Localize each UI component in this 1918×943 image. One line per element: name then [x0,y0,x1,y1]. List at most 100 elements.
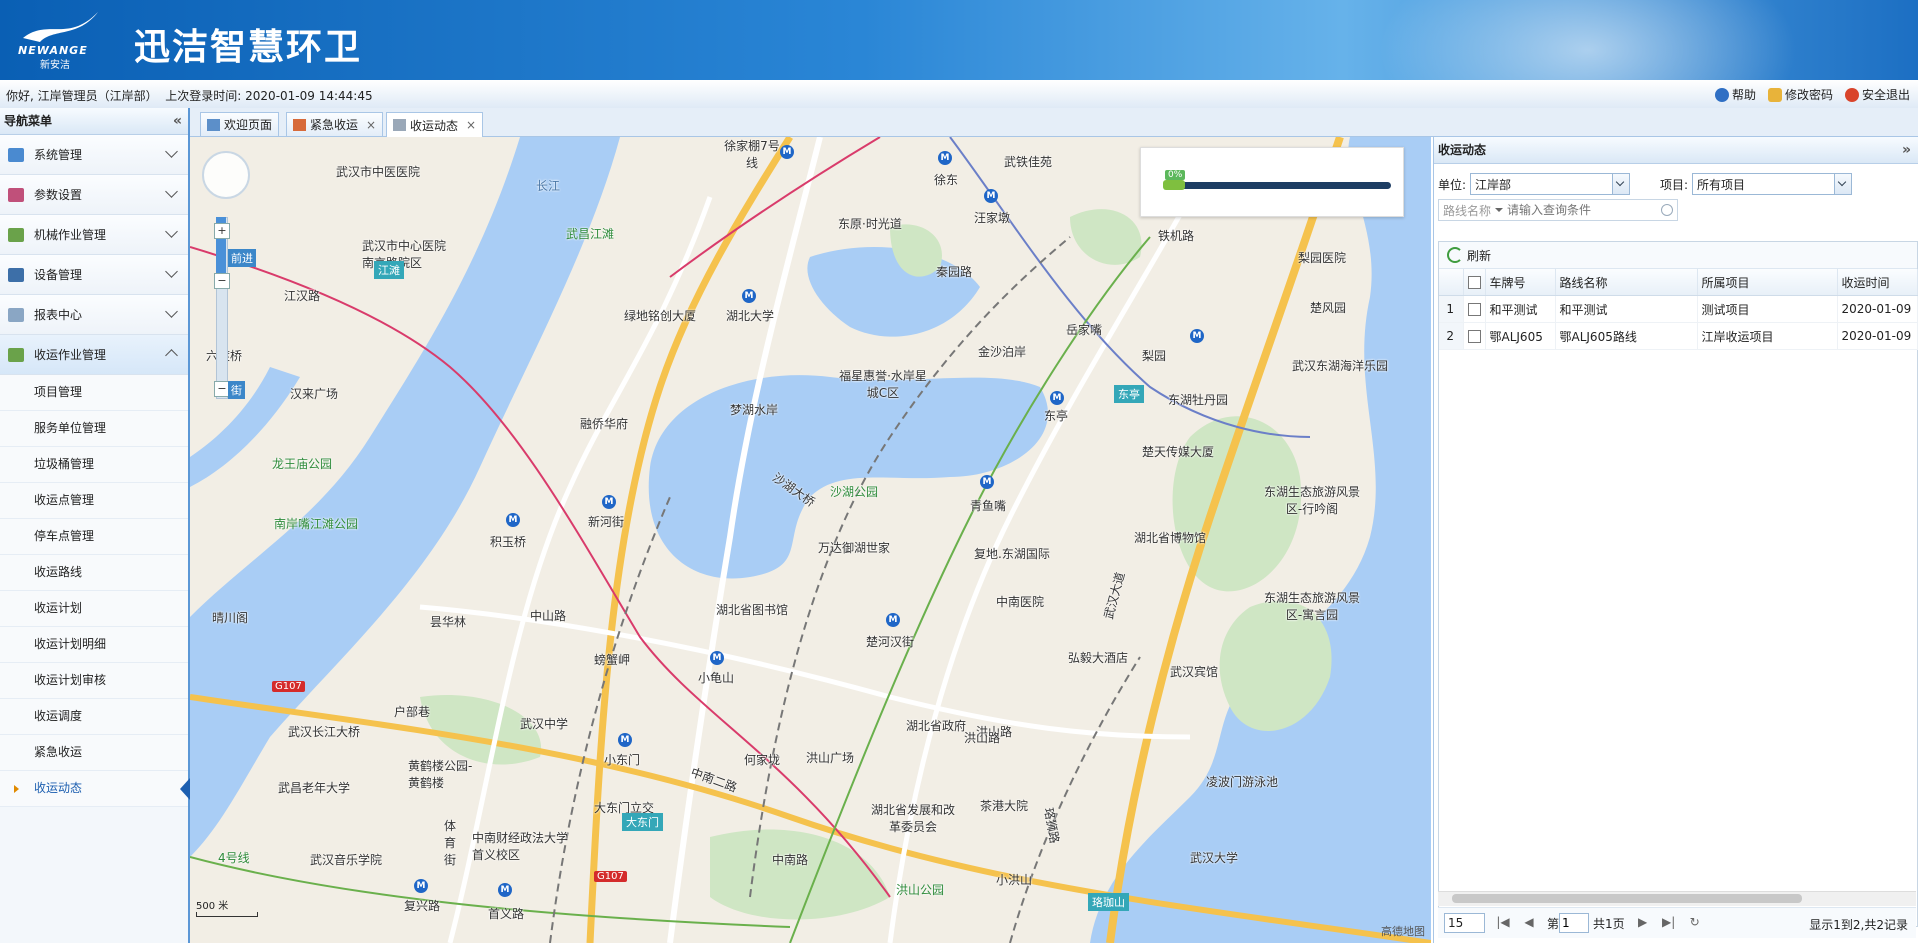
change-password-link[interactable]: 修改密码 [1767,86,1833,103]
map-poi[interactable]: 金沙泊岸 [978,343,1026,360]
map-poi[interactable]: 何家垅 [744,751,780,768]
map-poi[interactable]: 汪家墩 [974,209,1010,226]
map-poi[interactable]: 户部巷 [394,703,430,720]
map-poi[interactable]: 东亭 [1044,407,1068,424]
map-poi[interactable]: 湖北省博物馆 [1134,529,1206,546]
column-header[interactable]: 车牌号 [1485,269,1556,296]
map-poi[interactable]: 青鱼嘴 [970,497,1006,514]
column-header[interactable]: 所属项目 [1697,269,1838,296]
close-tab-icon[interactable]: × [466,118,476,132]
map-poi[interactable]: 弘毅大酒店 [1068,649,1128,666]
sub-item-emergency[interactable]: 紧急收运 [0,735,188,771]
map-poi[interactable]: 绿地铭创大厦 [624,307,696,324]
map-poi[interactable]: 武汉中学 [520,715,568,732]
map-poi[interactable]: 沙湖公园 [830,483,878,500]
map-poi[interactable]: 东湖生态旅游风景区-行吟阁 [1262,483,1362,517]
map-poi[interactable]: 融侨华府 [580,415,628,432]
pan-control[interactable] [202,151,250,199]
map-poi[interactable]: 首义路 [488,905,524,922]
sub-item-service-units[interactable]: 服务单位管理 [0,411,188,447]
tab-emergency[interactable]: 紧急收运 × [286,112,384,136]
progress-track[interactable] [1165,182,1391,189]
refresh-icon[interactable] [1447,247,1463,263]
search-field-select[interactable]: 路线名称 [1439,202,1505,219]
project-select[interactable]: 所有项目 [1692,173,1853,195]
column-header[interactable]: 路线名称 [1555,269,1698,296]
next-page-button[interactable]: ▶ [1635,915,1651,931]
map-poi[interactable]: 汉来广场 [290,385,338,402]
sub-item-routes[interactable]: 收运路线 [0,555,188,591]
scrollbar-thumb[interactable] [1452,894,1802,903]
map-poi[interactable]: 东湖生态旅游风景区-寓言园 [1262,589,1362,623]
prev-page-button[interactable]: ◀ [1521,915,1537,931]
map-poi[interactable]: 武汉长江大桥 [288,723,360,740]
map-poi[interactable]: 龙王庙公园 [272,455,332,472]
map-poi[interactable]: 楚风园 [1310,299,1346,316]
map-poi[interactable]: 梨园医院 [1298,249,1346,266]
menu-devices[interactable]: 设备管理 [0,255,188,295]
map-poi[interactable]: 小东门 [604,751,640,768]
help-link[interactable]: 帮助 [1714,86,1756,103]
tab-welcome[interactable]: 欢迎页面 [200,112,280,136]
map-poi[interactable]: 新河街 [588,513,624,530]
map-poi[interactable]: 武汉东湖海洋乐园 [1292,357,1388,374]
map-poi[interactable]: 武昌老年大学 [278,779,350,796]
logout-link[interactable]: 安全退出 [1844,86,1910,103]
refresh-button[interactable]: 刷新 [1467,247,1491,264]
horizontal-scrollbar[interactable] [1438,891,1916,906]
select-all-checkbox-cell[interactable] [1463,269,1486,296]
menu-machinery[interactable]: 机械作业管理 [0,215,188,255]
map-poi[interactable]: 江汉路 [284,287,320,304]
map-poi[interactable]: 湖北省政府 [906,717,966,734]
reload-icon[interactable]: ↻ [1687,915,1703,931]
map-view[interactable]: 武汉市中医医院 武汉市中心医院南京路院区 江汉路 六渡桥 汉来广场 龙王庙公园 … [190,137,1431,943]
map-poi[interactable]: 徐家棚7号线 [724,137,780,171]
map-poi[interactable]: 武昌江滩 [566,225,614,242]
menu-reports[interactable]: 报表中心 [0,295,188,335]
table-row[interactable]: 1 和平测试 和平测试 测试项目 2020-01-09 [1439,295,1918,323]
map-poi[interactable]: 梦湖水岸 [730,401,778,418]
row-checkbox-cell[interactable] [1463,295,1486,323]
search-input[interactable] [1505,202,1620,218]
map-poi[interactable]: 武汉市中医医院 [336,163,420,180]
map-poi[interactable]: 螃蟹岬 [594,651,630,668]
map-poi[interactable]: 黄鹤楼公园-黄鹤楼 [408,757,474,791]
map-poi[interactable]: 武铁佳苑 [1004,153,1052,170]
search-icon[interactable] [1661,204,1673,216]
row-checkbox[interactable] [1467,330,1481,343]
map-poi[interactable]: 武汉宾馆 [1170,663,1218,680]
map-poi[interactable]: 岳家嘴 [1066,321,1102,338]
first-page-button[interactable]: |◀ [1495,915,1511,931]
map-poi[interactable]: 洪山公园 [896,881,944,898]
menu-params[interactable]: 参数设置 [0,175,188,215]
map-poi[interactable]: 东湖牡丹园 [1168,391,1228,408]
page-number-input[interactable] [1559,913,1590,933]
sub-item-plan-review[interactable]: 收运计划审核 [0,663,188,699]
map-poi[interactable]: 湖北大学 [726,307,774,324]
unit-select[interactable]: 江岸部 [1470,173,1631,195]
map-poi[interactable]: 中南路 [772,851,808,868]
map-poi[interactable]: 铁机路 [1158,227,1194,244]
zoom-slider-handle[interactable]: − [214,273,230,289]
map-poi[interactable]: 楚天传媒大厦 [1142,443,1214,460]
map-poi[interactable]: 晴川阁 [212,609,248,626]
menu-collection[interactable]: 收运作业管理 [0,335,188,375]
map-poi[interactable]: 湖北省图书馆 [716,601,788,618]
sub-item-dispatch[interactable]: 收运调度 [0,699,188,735]
map-poi[interactable]: 万达御湖世家 [818,539,890,556]
sub-item-plans[interactable]: 收运计划 [0,591,188,627]
row-checkbox-cell[interactable] [1463,322,1486,350]
map-poi[interactable]: 洪山广场 [806,749,854,766]
collapse-sidebar-icon[interactable]: « [173,108,182,134]
map-poi[interactable]: 武汉音乐学院 [310,851,382,868]
sub-item-collection-points[interactable]: 收运点管理 [0,483,188,519]
menu-system[interactable]: 系统管理 [0,135,188,175]
close-tab-icon[interactable]: × [366,118,376,132]
column-header[interactable]: 收运时间 [1837,269,1918,296]
map-poi[interactable]: 武汉大学 [1190,849,1238,866]
map-poi[interactable]: 茶港大院 [980,797,1028,814]
map-poi[interactable]: 南岸嘴江滩公园 [274,515,358,532]
map-poi[interactable]: 复兴路 [404,897,440,914]
tab-dynamics[interactable]: 收运动态 × [386,112,484,137]
row-checkbox[interactable] [1467,303,1481,316]
